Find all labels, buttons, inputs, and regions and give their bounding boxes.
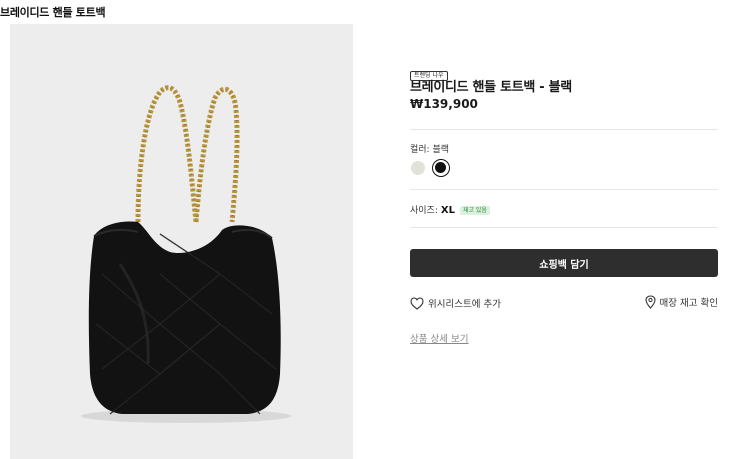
wishlist-button[interactable]: 위시리스트에 추가	[410, 296, 501, 310]
tote-bag-image	[81, 85, 291, 423]
product-name: 브레이디드 핸들 토트백 - 블랙	[410, 80, 572, 95]
product-image[interactable]	[10, 24, 353, 459]
store-stock-button[interactable]: 매장 재고 확인	[644, 295, 718, 309]
stock-badge: 재고 있음	[459, 206, 490, 215]
color-swatch-cream[interactable]	[411, 161, 425, 175]
store-stock-label: 매장 재고 확인	[659, 298, 718, 309]
location-pin-icon	[644, 295, 656, 309]
color-label: 컬러: 블랙	[410, 145, 450, 155]
size-row: 사이즈: XL 재고 있음	[410, 203, 490, 216]
size-value[interactable]: XL	[441, 205, 455, 216]
divider	[410, 129, 718, 130]
color-swatch-black-fill	[435, 162, 446, 173]
color-swatch-black[interactable]	[432, 159, 450, 177]
product-page: 브레이디드 핸들 토트백 트렌딩 나우 브레이디드 핸들 토트백 - 블랙 ₩1…	[0, 0, 743, 459]
product-price: ₩139,900	[410, 97, 478, 111]
product-info: 트렌딩 나우 브레이디드 핸들 토트백 - 블랙 ₩139,900 컬러: 블랙…	[410, 62, 718, 345]
wishlist-label: 위시리스트에 추가	[428, 299, 501, 310]
product-details-link[interactable]: 상품 상세 보기	[410, 331, 468, 345]
size-label: 사이즈:	[410, 206, 438, 216]
heart-icon	[410, 296, 424, 310]
divider	[410, 227, 718, 228]
divider	[410, 189, 718, 190]
add-to-cart-button[interactable]: 쇼핑백 담기	[410, 249, 718, 277]
page-title: 브레이디드 핸들 토트백	[0, 6, 106, 19]
